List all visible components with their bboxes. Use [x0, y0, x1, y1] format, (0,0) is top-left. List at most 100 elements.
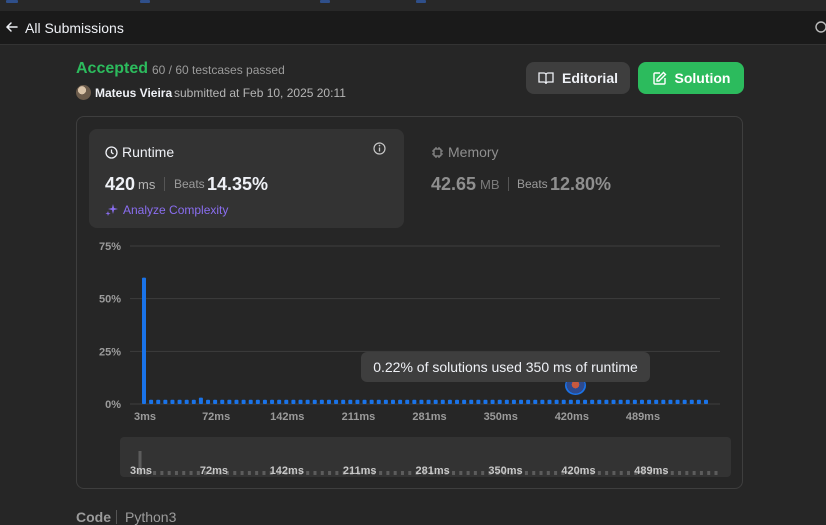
histogram-bar[interactable] — [554, 399, 559, 404]
histogram-bar[interactable] — [433, 399, 438, 404]
histogram-bar[interactable] — [462, 399, 467, 404]
avatar[interactable] — [76, 85, 91, 100]
histogram-bar[interactable] — [149, 399, 154, 404]
histogram-bar[interactable] — [398, 399, 403, 404]
histogram-bar[interactable] — [668, 399, 673, 404]
analyze-complexity-link[interactable]: Analyze Complexity — [105, 203, 228, 217]
histogram-bar[interactable] — [177, 399, 182, 404]
brush-tick-label: 281ms — [416, 465, 450, 477]
histogram-bar[interactable] — [270, 399, 275, 404]
histogram-bar[interactable] — [241, 399, 246, 404]
histogram-bar[interactable] — [383, 399, 388, 404]
histogram-bar[interactable] — [497, 399, 502, 404]
histogram-bar[interactable] — [284, 399, 289, 404]
info-icon[interactable] — [373, 142, 386, 155]
histogram-bar[interactable] — [533, 399, 538, 404]
histogram-bar[interactable] — [647, 399, 652, 404]
histogram-bar[interactable] — [355, 399, 360, 404]
all-submissions-link[interactable]: All Submissions — [25, 20, 124, 36]
histogram-bar[interactable] — [483, 399, 488, 404]
histogram-bar[interactable] — [362, 399, 367, 404]
histogram-bar[interactable] — [625, 399, 630, 404]
histogram-bar[interactable] — [704, 399, 708, 404]
histogram-bar[interactable] — [426, 399, 431, 404]
histogram-bar[interactable] — [540, 399, 545, 404]
histogram-bar[interactable] — [597, 399, 602, 404]
histogram-bar[interactable] — [419, 399, 424, 404]
histogram-bar[interactable] — [262, 399, 267, 404]
histogram-bar[interactable] — [575, 399, 580, 404]
histogram-bar[interactable] — [675, 399, 680, 404]
histogram-bar[interactable] — [291, 399, 296, 404]
histogram-bar[interactable] — [689, 399, 694, 404]
histogram-bar[interactable] — [319, 399, 324, 404]
histogram-bar[interactable] — [519, 399, 524, 404]
histogram-bar[interactable] — [476, 399, 481, 404]
histogram-bar[interactable] — [390, 399, 395, 404]
histogram-bar[interactable] — [234, 399, 239, 404]
histogram-bar[interactable] — [632, 399, 637, 404]
histogram-bar[interactable] — [604, 399, 609, 404]
histogram-bar[interactable] — [682, 399, 687, 404]
brush-bar — [160, 471, 164, 475]
histogram-bar[interactable] — [184, 399, 189, 404]
histogram-bar[interactable] — [561, 399, 566, 404]
histogram-bar[interactable] — [198, 397, 203, 404]
runtime-distribution-chart[interactable]: 75% 50% 25% 0% 3ms 72ms 142ms 211ms 281ms 350ms 42… — [90, 236, 735, 428]
histogram-bar[interactable] — [447, 399, 452, 404]
histogram-bar[interactable] — [568, 399, 573, 404]
range-brush-chart[interactable]: 3ms 72ms 142ms 211ms 281ms 350ms 420ms 489ms — [120, 437, 731, 477]
histogram-bar[interactable] — [348, 399, 353, 404]
histogram-bar[interactable] — [255, 399, 260, 404]
histogram-bar[interactable] — [220, 399, 225, 404]
histogram-bar[interactable] — [206, 399, 211, 404]
histogram-bar[interactable] — [298, 399, 303, 404]
memory-title[interactable]: Memory — [431, 144, 499, 160]
histogram-bar[interactable] — [469, 399, 474, 404]
histogram-bar[interactable] — [639, 399, 644, 404]
histogram-bar[interactable] — [440, 399, 445, 404]
histogram-bar[interactable] — [277, 399, 282, 404]
histogram-bar[interactable] — [696, 399, 701, 404]
histogram-bar[interactable] — [163, 399, 168, 404]
code-tab[interactable]: Code — [76, 509, 111, 525]
histogram-bar[interactable] — [156, 399, 161, 404]
histogram-bar[interactable] — [376, 399, 381, 404]
solution-button[interactable]: Solution — [638, 62, 744, 94]
histogram-bar[interactable] — [547, 399, 552, 404]
histogram-bar[interactable] — [312, 399, 317, 404]
brush-bar — [466, 471, 470, 475]
histogram-bar[interactable] — [661, 399, 666, 404]
brush-tick-label: 489ms — [634, 465, 668, 477]
histogram-bar[interactable] — [305, 399, 310, 404]
histogram-bar[interactable] — [618, 399, 623, 404]
histogram-bar[interactable] — [248, 399, 253, 404]
histogram-bar[interactable] — [405, 399, 410, 404]
arrow-left-icon[interactable] — [4, 19, 20, 35]
brush-tick-label: 350ms — [488, 465, 522, 477]
runtime-label: Runtime — [122, 144, 175, 160]
histogram-bar[interactable] — [526, 399, 531, 404]
histogram-bar[interactable] — [142, 277, 146, 404]
histogram-bar[interactable] — [490, 399, 495, 404]
histogram-bar[interactable] — [455, 399, 460, 404]
histogram-bar[interactable] — [369, 399, 374, 404]
histogram-bar[interactable] — [611, 399, 616, 404]
histogram-bar[interactable] — [213, 399, 218, 404]
link-icon[interactable] — [814, 19, 826, 35]
histogram-bar[interactable] — [590, 399, 595, 404]
histogram-bar[interactable] — [511, 399, 516, 404]
histogram-bar[interactable] — [583, 399, 588, 404]
editorial-button[interactable]: Editorial — [526, 62, 630, 94]
runtime-beats-pct: 14.35% — [207, 174, 269, 194]
histogram-bar[interactable] — [191, 399, 196, 404]
histogram-bar[interactable] — [412, 399, 417, 404]
histogram-bar[interactable] — [334, 399, 339, 404]
histogram-bar[interactable] — [504, 399, 509, 404]
histogram-bar[interactable] — [654, 399, 659, 404]
histogram-bar[interactable] — [170, 399, 175, 404]
histogram-bar[interactable] — [227, 399, 232, 404]
histogram-bar[interactable] — [326, 399, 331, 404]
author-name[interactable]: Mateus Vieira — [95, 86, 172, 100]
histogram-bar[interactable] — [341, 399, 346, 404]
